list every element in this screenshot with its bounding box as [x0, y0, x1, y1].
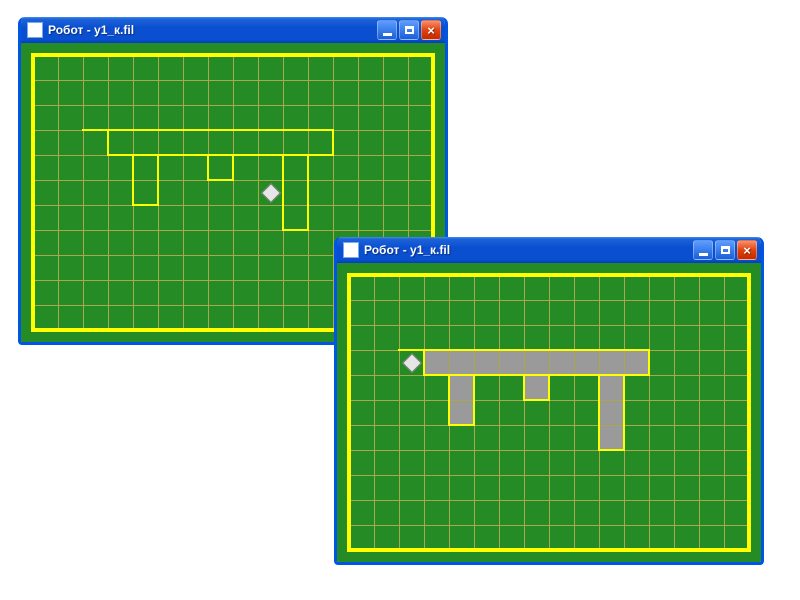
grid-line: [208, 55, 209, 331]
maximize-button[interactable]: [715, 240, 735, 260]
grid-line: [349, 525, 750, 526]
grid-line: [574, 275, 575, 551]
painted-cell: [449, 400, 474, 425]
painted-cell: [599, 400, 624, 425]
wall-segment: [282, 229, 309, 231]
painted-cell: [549, 350, 574, 375]
painted-cell: [424, 350, 449, 375]
field-border: [347, 548, 751, 552]
painted-cell: [599, 350, 624, 375]
grid-line: [349, 475, 750, 476]
grid-line: [349, 500, 750, 501]
robot-icon: [261, 183, 281, 203]
wall-segment: [523, 399, 550, 401]
wall-segment: [132, 204, 159, 206]
grid-line: [549, 275, 550, 551]
wall-segment: [523, 374, 525, 401]
grid-line: [233, 55, 234, 331]
wall-segment: [423, 349, 425, 376]
painted-cell: [499, 350, 524, 375]
wall-segment: [598, 449, 625, 451]
painted-cell: [524, 375, 549, 400]
close-button[interactable]: ×: [421, 20, 441, 40]
window-title: Робот - y1_к.fil: [48, 23, 377, 37]
grid-line: [33, 80, 434, 81]
field-border: [747, 273, 751, 552]
grid-line: [349, 325, 750, 326]
grid-line: [108, 55, 109, 331]
window-controls: ×: [693, 240, 757, 260]
painted-cell: [574, 350, 599, 375]
grid-line: [33, 205, 434, 206]
grid-line: [399, 275, 400, 551]
field-border: [31, 53, 435, 57]
wall-segment: [207, 179, 234, 181]
wall-segment: [307, 154, 309, 231]
painted-cell: [474, 350, 499, 375]
wall-segment: [423, 374, 650, 376]
close-button[interactable]: ×: [737, 240, 757, 260]
painted-cell: [599, 425, 624, 450]
painted-cell: [599, 375, 624, 400]
minimize-button[interactable]: [377, 20, 397, 40]
painted-cell: [524, 350, 549, 375]
grid-line: [374, 275, 375, 551]
grid-line: [58, 55, 59, 331]
wall-segment: [282, 154, 284, 231]
field-canvas[interactable]: [337, 263, 761, 562]
painted-cell: [449, 350, 474, 375]
titlebar[interactable]: Робот - y1_к.fil ×: [21, 17, 445, 43]
field-border: [347, 273, 751, 277]
wall-segment: [82, 129, 334, 131]
grid-line: [424, 275, 425, 551]
wall-segment: [232, 154, 234, 181]
wall-segment: [157, 154, 159, 206]
field-border: [31, 53, 35, 332]
field-border: [347, 273, 351, 552]
grid-line: [674, 275, 675, 551]
grid-line: [524, 275, 525, 551]
wall-segment: [107, 154, 334, 156]
grid-line: [183, 55, 184, 331]
titlebar[interactable]: Робот - y1_к.fil ×: [337, 237, 761, 263]
grid-line: [724, 275, 725, 551]
window-controls: ×: [377, 20, 441, 40]
minimize-button[interactable]: [693, 240, 713, 260]
wall-segment: [207, 154, 209, 181]
wall-segment: [648, 349, 650, 376]
grid-line: [349, 425, 750, 426]
grid-line: [83, 55, 84, 331]
wall-segment: [473, 374, 475, 426]
wall-segment: [107, 129, 109, 156]
app-icon: [27, 22, 43, 38]
wall-segment: [448, 374, 450, 426]
grid-line: [649, 275, 650, 551]
grid-line: [33, 230, 434, 231]
window-title: Робот - y1_к.fil: [364, 243, 693, 257]
grid-line: [349, 450, 750, 451]
grid-line: [699, 275, 700, 551]
maximize-button[interactable]: [399, 20, 419, 40]
wall-segment: [398, 349, 650, 351]
wall-segment: [332, 129, 334, 156]
wall-segment: [448, 424, 475, 426]
wall-segment: [548, 374, 550, 401]
robot-icon: [402, 353, 422, 373]
wall-segment: [132, 154, 134, 206]
grid-line: [499, 275, 500, 551]
window-win2[interactable]: Робот - y1_к.fil ×: [334, 237, 764, 565]
painted-cell: [449, 375, 474, 400]
wall-segment: [623, 374, 625, 451]
grid-line: [33, 105, 434, 106]
wall-segment: [598, 374, 600, 451]
app-icon: [343, 242, 359, 258]
grid-line: [349, 300, 750, 301]
painted-cell: [624, 350, 649, 375]
grid-line: [258, 55, 259, 331]
